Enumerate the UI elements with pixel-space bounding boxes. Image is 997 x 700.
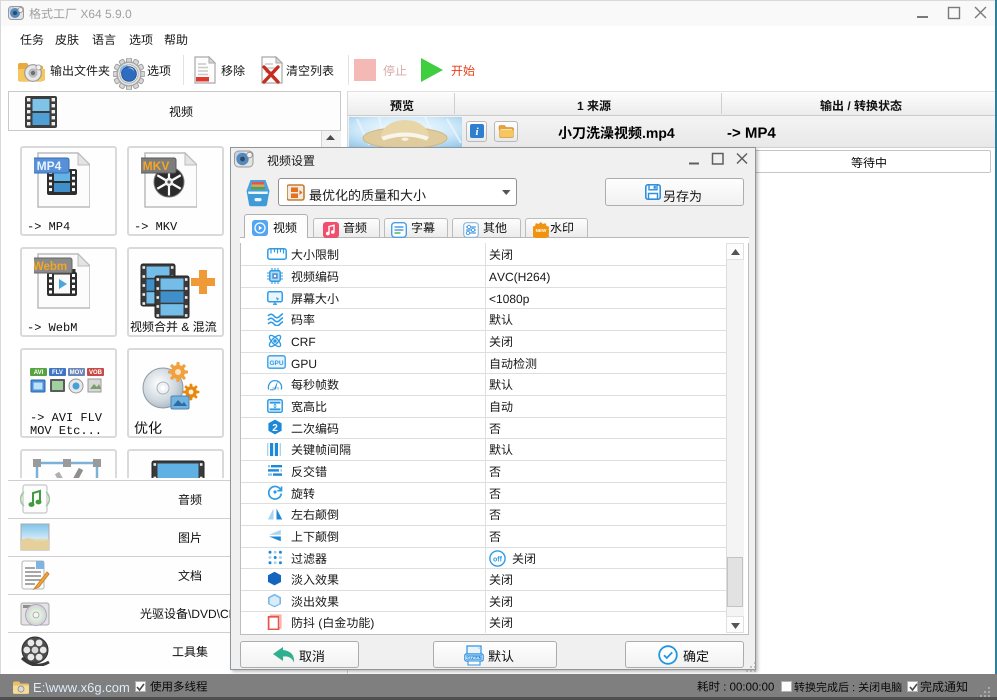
svg-text:VOB: VOB [89, 370, 103, 376]
svg-text:FPS: FPS [273, 387, 280, 391]
svg-text:NEW: NEW [536, 228, 547, 233]
svg-text:MOV: MOV [70, 370, 84, 376]
svg-text:MKV: MKV [143, 159, 170, 173]
svg-text:GPU: GPU [269, 360, 283, 367]
svg-text:off: off [493, 556, 503, 563]
svg-text:Webm: Webm [34, 261, 67, 273]
svg-text:MP4: MP4 [37, 159, 62, 173]
svg-text:DEFAULT: DEFAULT [466, 656, 483, 660]
svg-text:2: 2 [272, 423, 278, 434]
svg-text:FLV: FLV [52, 370, 63, 376]
svg-text:AVI: AVI [34, 370, 44, 376]
